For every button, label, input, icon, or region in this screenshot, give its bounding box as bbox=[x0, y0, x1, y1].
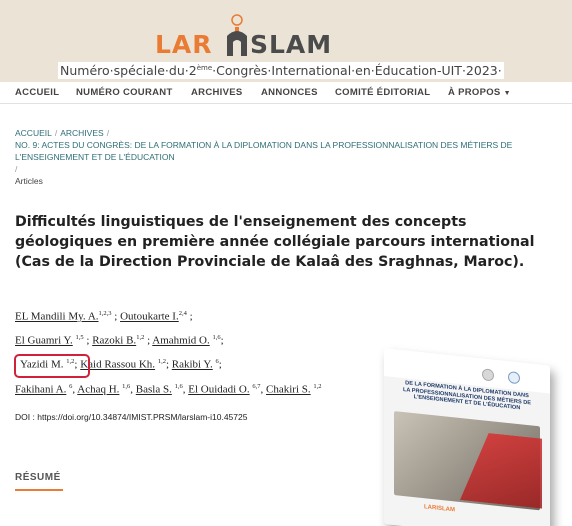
doi-label: DOI : bbox=[15, 412, 35, 422]
author-affiliation: 1,2 bbox=[157, 358, 166, 365]
doi-link[interactable]: https://doi.org/10.34874/IMIST.PRSM/lars… bbox=[37, 412, 247, 422]
author-affiliation: 6,7 bbox=[252, 383, 261, 390]
author-name[interactable]: EL Mandili My. A. bbox=[15, 311, 99, 323]
breadcrumb: ACCUEIL / ARCHIVES / NO. 9: ACTES DU CONGRÈ… bbox=[15, 127, 555, 187]
breadcrumb-separator: / bbox=[15, 164, 18, 174]
author-name[interactable]: Achaq H. bbox=[77, 384, 119, 396]
breadcrumb-archives[interactable]: ARCHIVES bbox=[60, 128, 103, 138]
issue-cover-image: DE LA FORMATION À LA DIPLOMATION DANS LA… bbox=[384, 348, 550, 526]
breadcrumb-home[interactable]: ACCUEIL bbox=[15, 128, 52, 138]
cover-page: DE LA FORMATION À LA DIPLOMATION DANS LA… bbox=[384, 348, 550, 526]
institution-seal-icon bbox=[482, 368, 494, 382]
author-name[interactable]: El Ouidadi O. bbox=[188, 384, 249, 396]
nav-item-annonces[interactable]: ANNONCES bbox=[261, 87, 318, 98]
author-line-1: EL Mandili My. A.1,2,3 ; Outoukarte I.2,… bbox=[15, 310, 193, 323]
header-subtitle: Numéro·spéciale·du·2ème·Congrès·Internat… bbox=[58, 62, 504, 79]
author-highlight-box bbox=[14, 354, 90, 378]
site-header: LAR SLAM Numéro·spéciale·du·2ème·Congrès… bbox=[0, 0, 572, 82]
logo-text-islam: SLAM bbox=[250, 30, 333, 59]
logo-text-lar: LAR bbox=[155, 30, 213, 59]
nav-item-a-propos[interactable]: À PROPOS ▼ bbox=[448, 87, 511, 98]
mosque-emblem-icon bbox=[227, 14, 247, 56]
author-affiliation: 1,5 bbox=[75, 334, 84, 341]
article-title: Difficultés linguistiques de l'enseignem… bbox=[15, 214, 535, 270]
caret-down-icon: ▼ bbox=[503, 90, 511, 97]
section-heading-resume: RÉSUMÉ bbox=[15, 472, 61, 483]
author-name[interactable]: Razoki B. bbox=[92, 335, 136, 347]
university-logo-icon bbox=[508, 371, 520, 385]
author-affiliation: 1,2 bbox=[136, 334, 145, 341]
nav-item-archives[interactable]: ARCHIVES bbox=[191, 87, 243, 98]
site-logo[interactable]: LAR SLAM bbox=[155, 14, 370, 60]
section-heading-underline bbox=[15, 489, 63, 491]
cover-logo: LARISLAM bbox=[424, 504, 455, 514]
breadcrumb-current: Articles bbox=[15, 176, 43, 186]
author-name[interactable]: Chakiri S. bbox=[266, 384, 311, 396]
nav-item-a-propos-label: À PROPOS bbox=[448, 87, 501, 98]
author-affiliation: 2,4 bbox=[178, 310, 187, 317]
nav-item-accueil[interactable]: ACCUEIL bbox=[15, 87, 59, 98]
author-name[interactable]: El Guamri Y. bbox=[15, 335, 73, 347]
author-name[interactable]: Basla S. bbox=[136, 384, 172, 396]
author-name[interactable]: Outoukarte I. bbox=[120, 311, 179, 323]
breadcrumb-separator: / bbox=[106, 128, 110, 138]
author-name[interactable]: Kaid Rassou Kh. bbox=[80, 359, 155, 371]
nav-item-numero-courant[interactable]: NUMÉRO COURANT bbox=[76, 87, 173, 98]
author-line-2: El Guamri Y. 1,5 ; Razoki B.1,2 ; Amahmi… bbox=[15, 334, 224, 347]
author-affiliation: 1,6 bbox=[122, 383, 131, 390]
doi-line: DOI : https://doi.org/10.34874/IMIST.PRS… bbox=[15, 412, 247, 422]
main-nav: ACCUEIL NUMÉRO COURANT ARCHIVES ANNONCES… bbox=[0, 82, 572, 104]
nav-item-comite-editorial[interactable]: COMITÉ ÉDITORIAL bbox=[335, 87, 430, 98]
author-name[interactable]: Amahmid O. bbox=[152, 335, 209, 347]
author-affiliation: 1,2 bbox=[313, 383, 322, 390]
author-affiliation: 1,2,3 bbox=[98, 310, 112, 317]
author-affiliation: 6 bbox=[69, 383, 73, 390]
author-name[interactable]: Fakihani A. bbox=[15, 384, 66, 396]
breadcrumb-issue[interactable]: NO. 9: ACTES DU CONGRÈS: DE LA FORMATION… bbox=[15, 140, 512, 162]
author-affiliation: 6 bbox=[215, 358, 219, 365]
author-affiliation: 1,6 bbox=[174, 383, 183, 390]
author-affiliation: 1,6 bbox=[212, 334, 221, 341]
author-name[interactable]: Rakibi Y. bbox=[172, 359, 213, 371]
breadcrumb-separator: / bbox=[54, 128, 58, 138]
author-line-4: Fakihani A. 6, Achaq H. 1,6, Basla S. 1,… bbox=[15, 383, 322, 396]
